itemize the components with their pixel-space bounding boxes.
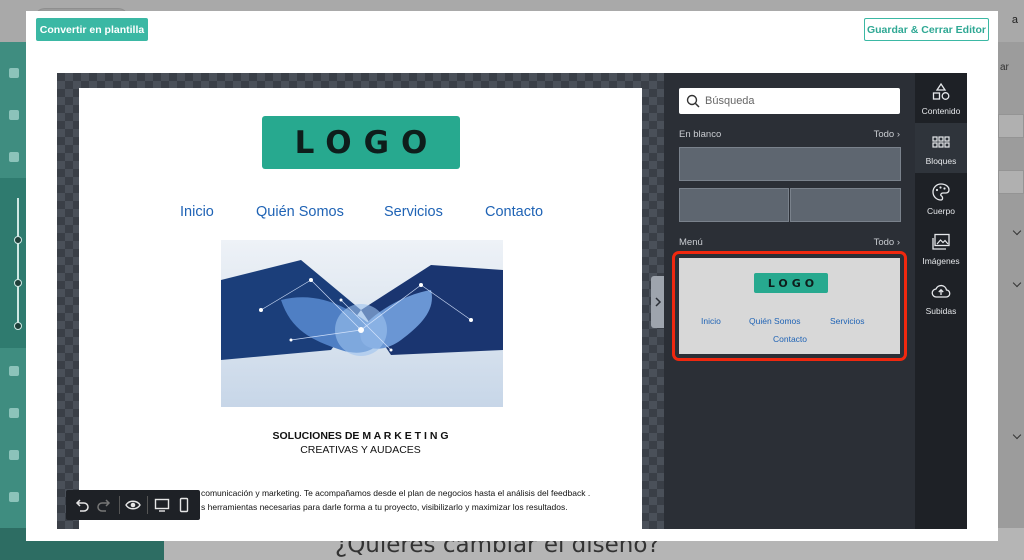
grid-dots-icon: [932, 136, 950, 148]
search-input[interactable]: Búsqueda: [679, 88, 900, 114]
tab-contenido-label: Contenido: [921, 106, 961, 116]
save-close-button[interactable]: Guardar & Cerrar Editor: [864, 18, 989, 41]
menu-preview-nav-quien-somos: Quién Somos: [749, 316, 801, 326]
convert-template-button[interactable]: Convertir en plantilla: [36, 18, 148, 41]
background-field: [998, 114, 1024, 138]
images-icon: [932, 233, 950, 250]
menu-see-all-link[interactable]: Todo ›: [874, 237, 900, 248]
tab-cuerpo-label: Cuerpo: [927, 206, 955, 216]
shapes-icon: [932, 82, 950, 100]
tab-contenido[interactable]: Contenido: [915, 73, 967, 123]
email-nav-contacto[interactable]: Contacto: [485, 204, 543, 220]
menu-section-label: Menú: [679, 237, 703, 248]
mobile-view-icon[interactable]: [176, 497, 192, 513]
canvas-toolbar: [66, 490, 200, 520]
tab-cuerpo[interactable]: Cuerpo: [915, 173, 967, 223]
editor-modal: Convertir en plantilla Guardar & Cerrar …: [26, 11, 998, 541]
handshake-image[interactable]: [221, 240, 503, 407]
step-dot: [14, 236, 22, 244]
email-paragraph-line-1: comunicación y marketing. Te acompañamos…: [201, 488, 591, 498]
blank-see-all-link[interactable]: Todo ›: [874, 129, 900, 140]
tab-imagenes[interactable]: Imágenes: [915, 223, 967, 273]
tab-subidas-label: Subidas: [925, 306, 957, 316]
email-nav-quien-somos[interactable]: Quién Somos: [256, 204, 344, 220]
email-editor: LOGO Inicio Quién Somos Servicios Contac…: [57, 73, 967, 529]
email-subheading: CREATIVAS Y AUDACES: [300, 444, 421, 456]
user-icon: [9, 110, 19, 120]
bulb-icon: [9, 492, 19, 502]
grid-icon: [9, 68, 19, 78]
blocks-panel: Búsqueda En blanco Todo › Menú Todo › LO…: [664, 73, 915, 529]
menu-preview-nav-servicios: Servicios: [830, 316, 865, 326]
tab-bloques[interactable]: Bloques: [915, 123, 967, 173]
tab-bloques-label: Bloques: [925, 156, 957, 166]
step-dot: [14, 279, 22, 287]
chevron-right-icon: [655, 297, 662, 307]
editor-canvas: LOGO Inicio Quién Somos Servicios Contac…: [57, 73, 664, 529]
handshake-illustration: [221, 260, 503, 360]
mail-icon: [9, 408, 19, 418]
background-sidebar-selected: [0, 178, 28, 348]
undo-icon[interactable]: [74, 497, 90, 513]
search-placeholder: Búsqueda: [705, 95, 755, 107]
desktop-view-icon[interactable]: [154, 497, 170, 513]
background-right-panel: ar: [998, 42, 1024, 528]
menu-preview-logo: LOGO: [754, 273, 828, 293]
blank-section-label: En blanco: [679, 129, 722, 140]
background-field: [998, 170, 1024, 194]
email-paragraph-line-2: s herramientas necesarias para darle for…: [201, 502, 568, 512]
chevron-down-icon: [1012, 226, 1022, 236]
menu-preview-nav-contacto: Contacto: [773, 334, 808, 344]
chevron-down-icon: [1012, 278, 1022, 288]
redo-icon[interactable]: [96, 497, 112, 513]
menu-block-highlight: LOGO Inicio Quién Somos Servicios Contac…: [672, 251, 907, 361]
clock-icon: [9, 450, 19, 460]
tab-imagenes-label: Imágenes: [922, 256, 960, 266]
background-sidebar: [0, 42, 28, 560]
panel-collapse-toggle[interactable]: [651, 276, 664, 328]
email-logo[interactable]: LOGO: [262, 116, 460, 169]
email-heading: SOLUCIONES DE M A R K E T I N G: [272, 430, 449, 442]
tab-subidas[interactable]: Subidas: [915, 273, 967, 323]
menu-preview-nav-inicio: Inicio: [701, 316, 721, 326]
blank-block-two-column-right[interactable]: [790, 188, 901, 222]
preview-eye-icon[interactable]: [125, 497, 141, 513]
background-right-label: ar: [1000, 62, 1009, 73]
palette-icon: [932, 183, 950, 201]
chevron-down-icon: [1012, 430, 1022, 440]
email-preview[interactable]: LOGO Inicio Quién Somos Servicios Contac…: [79, 88, 642, 529]
blank-block-one-column[interactable]: [679, 147, 901, 181]
menu-block-preview[interactable]: LOGO Inicio Quién Somos Servicios Contac…: [679, 258, 900, 354]
whatsapp-icon: [9, 366, 19, 376]
editor-tabs: Contenido Bloques Cuerpo Imágenes Subida…: [915, 73, 967, 529]
tag-icon: [9, 152, 19, 162]
step-dot: [14, 322, 22, 330]
background-user-initial: a: [1011, 14, 1018, 26]
email-nav-servicios[interactable]: Servicios: [384, 204, 443, 220]
blank-block-two-column-left[interactable]: [679, 188, 789, 222]
search-icon: [686, 94, 700, 108]
email-nav-inicio[interactable]: Inicio: [180, 204, 214, 220]
cloud-upload-icon: [931, 284, 951, 298]
